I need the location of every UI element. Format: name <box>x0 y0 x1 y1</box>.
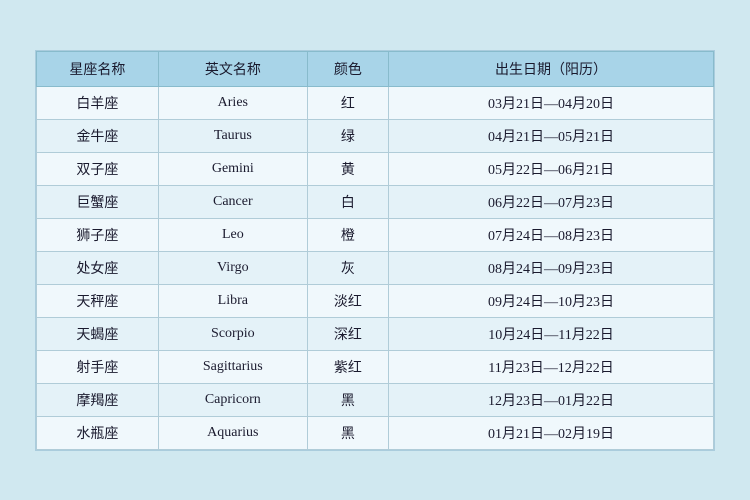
cell-date: 07月24日—08月23日 <box>389 218 714 251</box>
table-row: 天蝎座Scorpio深红10月24日—11月22日 <box>37 317 714 350</box>
cell-english-name: Leo <box>158 218 307 251</box>
cell-chinese-name: 天秤座 <box>37 284 159 317</box>
table-header-row: 星座名称 英文名称 颜色 出生日期（阳历） <box>37 51 714 86</box>
table-row: 巨蟹座Cancer白06月22日—07月23日 <box>37 185 714 218</box>
cell-chinese-name: 处女座 <box>37 251 159 284</box>
cell-date: 10月24日—11月22日 <box>389 317 714 350</box>
cell-chinese-name: 水瓶座 <box>37 416 159 449</box>
cell-color: 橙 <box>307 218 388 251</box>
cell-date: 08月24日—09月23日 <box>389 251 714 284</box>
cell-date: 04月21日—05月21日 <box>389 119 714 152</box>
cell-english-name: Capricorn <box>158 383 307 416</box>
cell-color: 红 <box>307 86 388 119</box>
table-body: 白羊座Aries红03月21日—04月20日金牛座Taurus绿04月21日—0… <box>37 86 714 449</box>
cell-color: 深红 <box>307 317 388 350</box>
table-row: 金牛座Taurus绿04月21日—05月21日 <box>37 119 714 152</box>
cell-english-name: Taurus <box>158 119 307 152</box>
cell-chinese-name: 白羊座 <box>37 86 159 119</box>
table-row: 射手座Sagittarius紫红11月23日—12月22日 <box>37 350 714 383</box>
table-row: 白羊座Aries红03月21日—04月20日 <box>37 86 714 119</box>
cell-color: 紫红 <box>307 350 388 383</box>
cell-english-name: Virgo <box>158 251 307 284</box>
cell-chinese-name: 射手座 <box>37 350 159 383</box>
cell-date: 09月24日—10月23日 <box>389 284 714 317</box>
cell-english-name: Aquarius <box>158 416 307 449</box>
cell-color: 黑 <box>307 416 388 449</box>
cell-english-name: Aries <box>158 86 307 119</box>
cell-chinese-name: 狮子座 <box>37 218 159 251</box>
header-chinese-name: 星座名称 <box>37 51 159 86</box>
table-row: 水瓶座Aquarius黑01月21日—02月19日 <box>37 416 714 449</box>
cell-chinese-name: 摩羯座 <box>37 383 159 416</box>
header-date: 出生日期（阳历） <box>389 51 714 86</box>
cell-date: 05月22日—06月21日 <box>389 152 714 185</box>
cell-color: 黄 <box>307 152 388 185</box>
cell-chinese-name: 巨蟹座 <box>37 185 159 218</box>
cell-english-name: Gemini <box>158 152 307 185</box>
cell-date: 12月23日—01月22日 <box>389 383 714 416</box>
cell-english-name: Cancer <box>158 185 307 218</box>
header-color: 颜色 <box>307 51 388 86</box>
table-row: 处女座Virgo灰08月24日—09月23日 <box>37 251 714 284</box>
cell-chinese-name: 双子座 <box>37 152 159 185</box>
cell-date: 11月23日—12月22日 <box>389 350 714 383</box>
zodiac-table-container: 星座名称 英文名称 颜色 出生日期（阳历） 白羊座Aries红03月21日—04… <box>35 50 715 451</box>
cell-color: 淡红 <box>307 284 388 317</box>
cell-date: 03月21日—04月20日 <box>389 86 714 119</box>
table-row: 狮子座Leo橙07月24日—08月23日 <box>37 218 714 251</box>
table-row: 天秤座Libra淡红09月24日—10月23日 <box>37 284 714 317</box>
header-english-name: 英文名称 <box>158 51 307 86</box>
cell-color: 黑 <box>307 383 388 416</box>
cell-color: 白 <box>307 185 388 218</box>
cell-chinese-name: 天蝎座 <box>37 317 159 350</box>
cell-english-name: Scorpio <box>158 317 307 350</box>
zodiac-table: 星座名称 英文名称 颜色 出生日期（阳历） 白羊座Aries红03月21日—04… <box>36 51 714 450</box>
cell-color: 灰 <box>307 251 388 284</box>
cell-chinese-name: 金牛座 <box>37 119 159 152</box>
table-row: 摩羯座Capricorn黑12月23日—01月22日 <box>37 383 714 416</box>
cell-date: 01月21日—02月19日 <box>389 416 714 449</box>
cell-english-name: Sagittarius <box>158 350 307 383</box>
cell-english-name: Libra <box>158 284 307 317</box>
cell-date: 06月22日—07月23日 <box>389 185 714 218</box>
cell-color: 绿 <box>307 119 388 152</box>
table-row: 双子座Gemini黄05月22日—06月21日 <box>37 152 714 185</box>
